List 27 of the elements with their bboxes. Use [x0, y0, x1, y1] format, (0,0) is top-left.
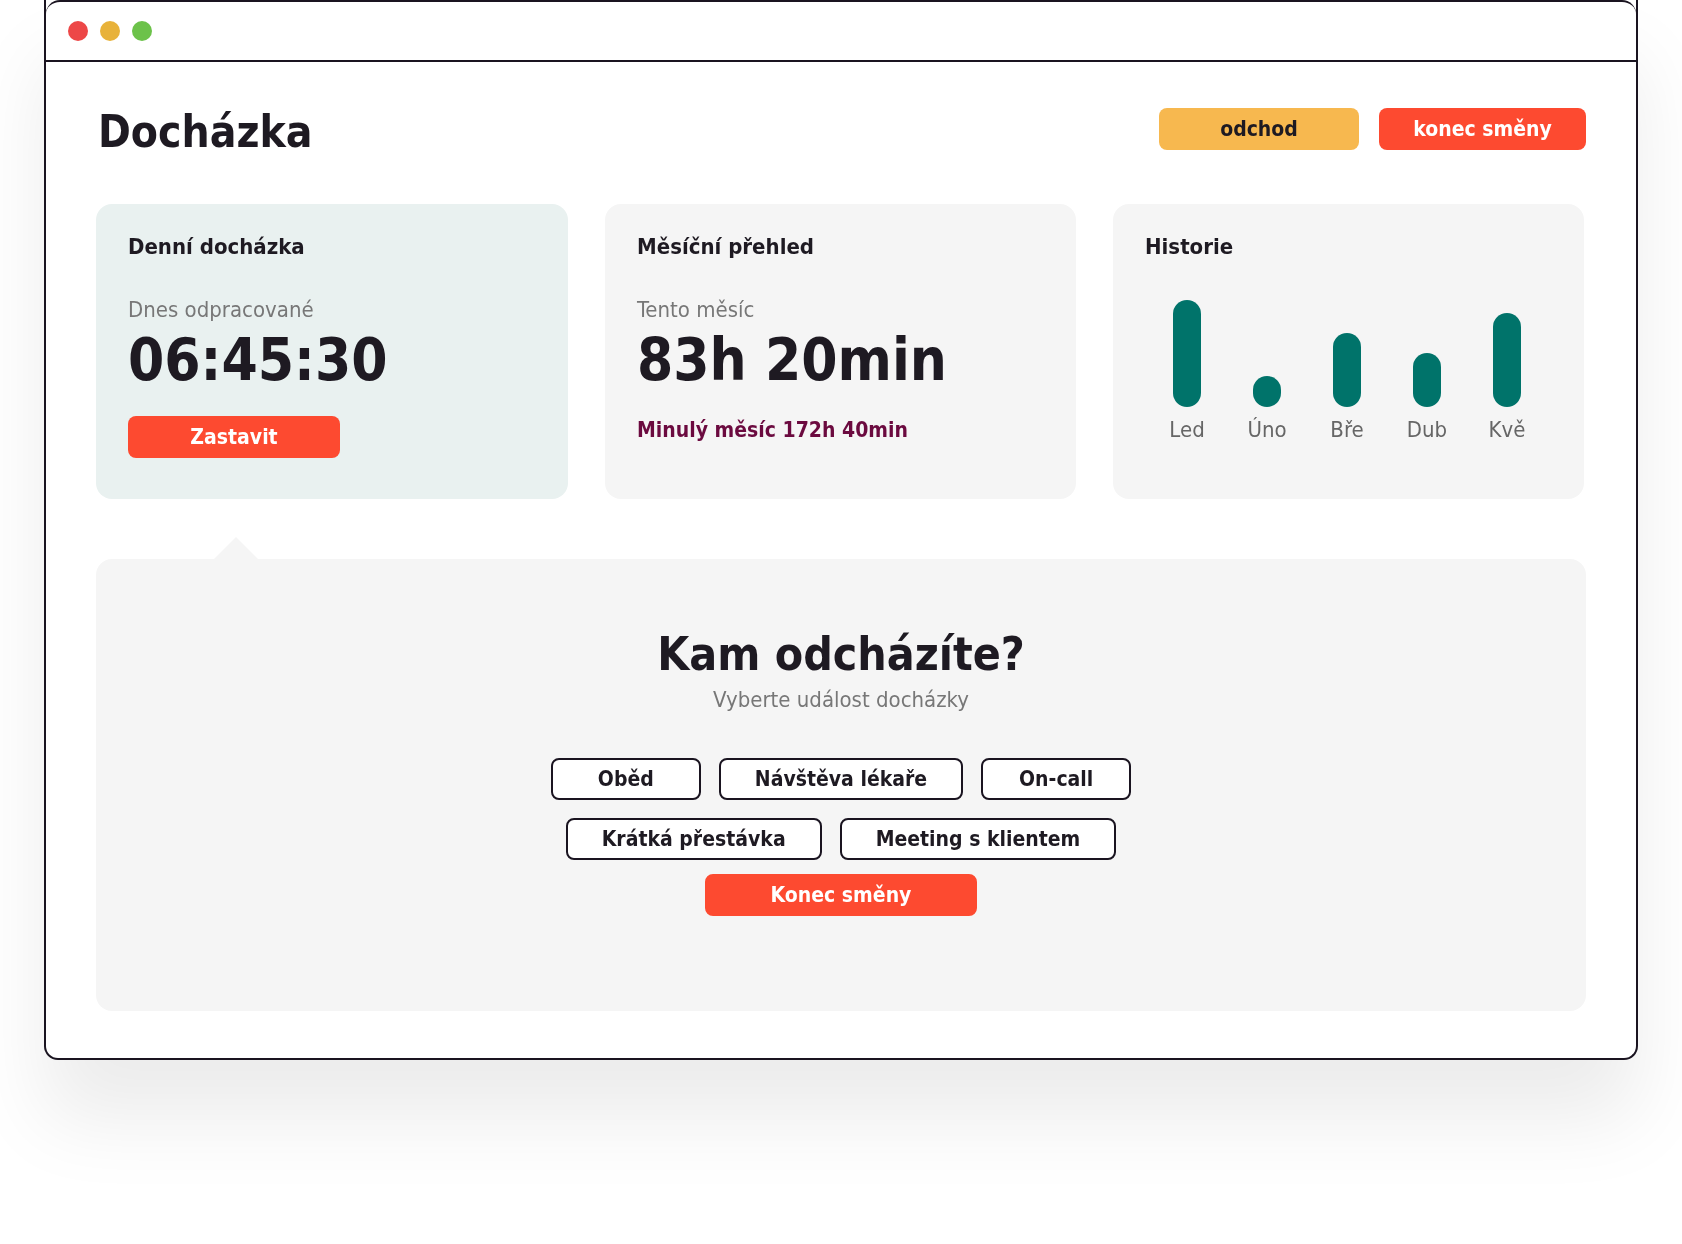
month-label: Led: [1169, 417, 1205, 442]
event-option-button[interactable]: Oběd: [550, 758, 701, 800]
dialog-subtitle: Vyberte událost docházky: [713, 687, 969, 712]
event-option-button[interactable]: Návštěva lékaře: [718, 758, 964, 800]
card-title: Měsíční přehled: [637, 234, 815, 259]
month-total: 83h 20min: [637, 326, 948, 394]
page-title: Docházka: [98, 106, 313, 157]
month-label: Úno: [1247, 417, 1287, 442]
month-label: Bře: [1330, 417, 1364, 442]
window-button[interactable]: [100, 21, 120, 41]
event-option-button[interactable]: Meeting s klientem: [839, 818, 1117, 860]
previous-month-text: Minulý měsíc 172h 40min: [637, 418, 909, 442]
worked-time: 06:45:30: [128, 326, 389, 394]
event-option-button[interactable]: On-call: [981, 758, 1132, 800]
event-option-button[interactable]: Krátká přestávka: [565, 818, 822, 860]
window-button[interactable]: [68, 21, 88, 41]
window-button[interactable]: [132, 21, 152, 41]
dialog-title: Kam odcházíte?: [657, 627, 1025, 681]
card-title: Historie: [1145, 234, 1235, 259]
month-label: Kvě: [1488, 417, 1526, 442]
history-bar: [1413, 353, 1441, 407]
month-label: Tento měsíc: [637, 297, 756, 322]
month-label: Dub: [1406, 417, 1448, 442]
leave-button[interactable]: odchod: [1159, 108, 1359, 150]
history-bar: [1253, 376, 1281, 407]
worked-label: Dnes odpracované: [128, 297, 315, 322]
card-title: Denní docházka: [128, 234, 306, 259]
